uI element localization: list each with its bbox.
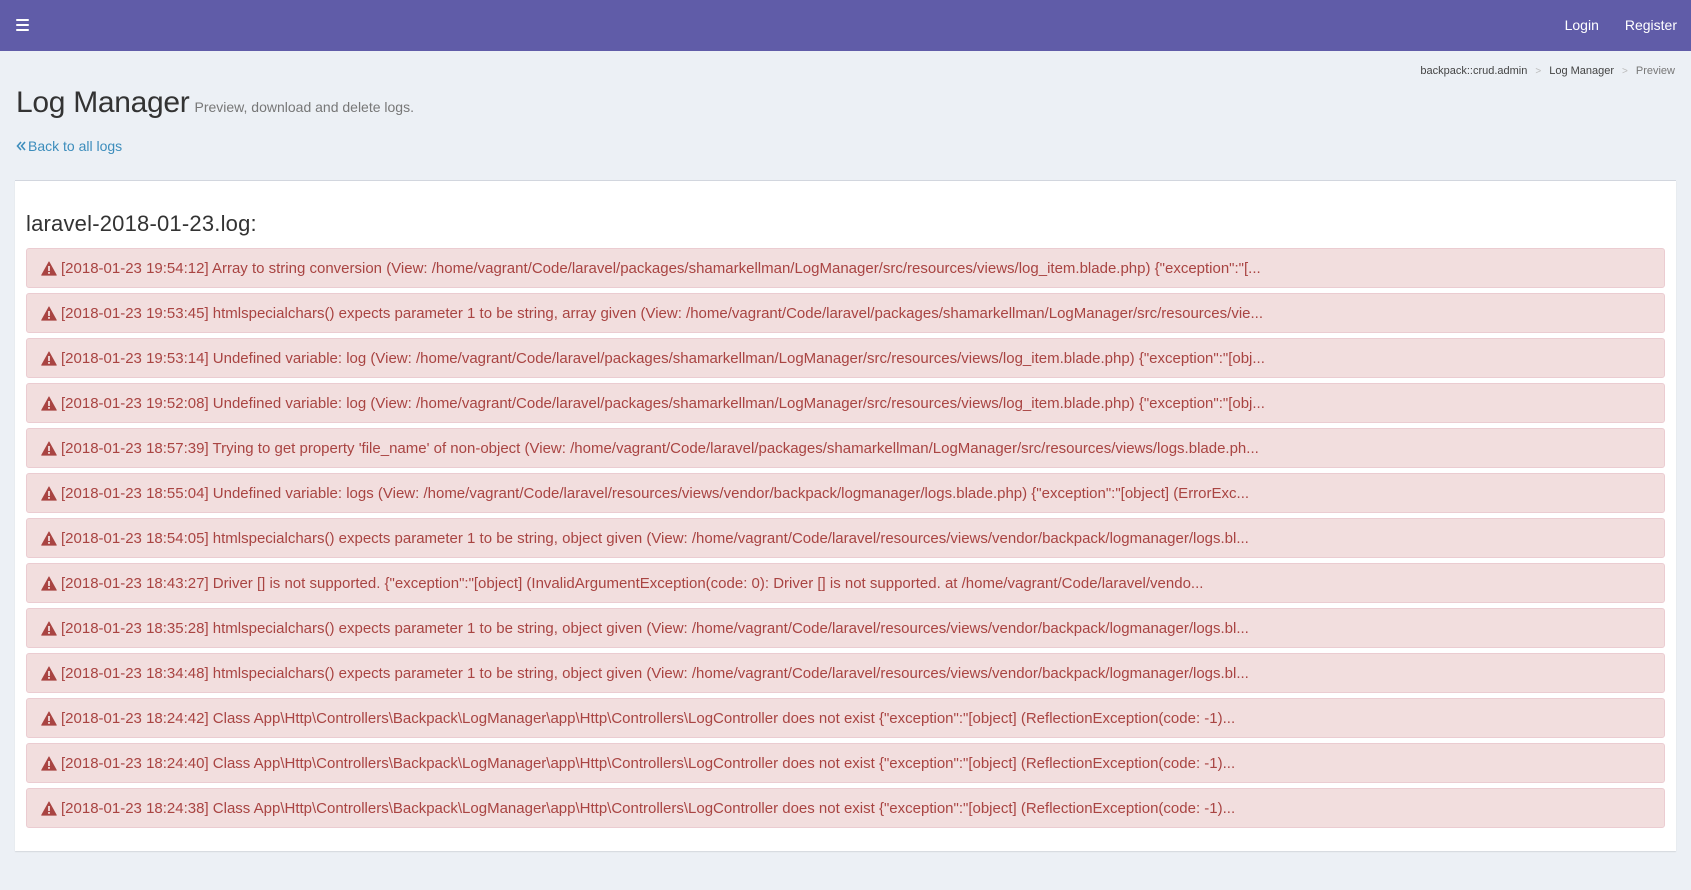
warning-icon — [41, 800, 57, 816]
breadcrumb-separator: > — [1622, 65, 1628, 77]
breadcrumb-item-log-manager[interactable]: Log Manager — [1549, 65, 1614, 77]
log-entry[interactable]: [2018-01-23 18:35:28] htmlspecialchars()… — [26, 608, 1665, 648]
back-link-label: Back to all logs — [28, 138, 123, 154]
log-entry[interactable]: [2018-01-23 18:55:04] Undefined variable… — [26, 473, 1665, 513]
breadcrumb-item-preview: Preview — [1635, 65, 1675, 77]
top-navbar: Login Register — [0, 0, 1691, 51]
log-entry[interactable]: [2018-01-23 19:52:08] Undefined variable… — [26, 383, 1665, 423]
log-entry-text: [2018-01-23 19:52:08] Undefined variable… — [61, 394, 1265, 412]
log-entry[interactable]: [2018-01-23 19:53:14] Undefined variable… — [26, 338, 1665, 378]
log-entry-text: [2018-01-23 18:55:04] Undefined variable… — [61, 484, 1250, 502]
warning-icon — [41, 710, 57, 726]
log-entry[interactable]: [2018-01-23 18:34:48] htmlspecialchars()… — [26, 653, 1665, 693]
log-entry[interactable]: [2018-01-23 18:43:27] Driver [] is not s… — [26, 563, 1665, 603]
log-entry-text: [2018-01-23 18:43:27] Driver [] is not s… — [61, 574, 1204, 592]
warning-icon — [41, 260, 57, 276]
warning-icon — [41, 755, 57, 771]
log-preview-box: laravel-2018-01-23.log: [2018-01-23 19:5… — [15, 180, 1676, 851]
warning-icon — [41, 440, 57, 456]
log-entry-text: [2018-01-23 19:53:14] Undefined variable… — [61, 349, 1265, 367]
warning-icon — [41, 620, 57, 636]
navbar-right: Login Register — [1551, 0, 1691, 51]
log-entry[interactable]: [2018-01-23 19:54:12] Array to string co… — [26, 248, 1665, 288]
page-subtitle: Preview, download and delete logs. — [194, 99, 414, 115]
log-entry-text: [2018-01-23 18:24:38] Class App\Http\Con… — [61, 799, 1236, 817]
hamburger-icon[interactable] — [16, 18, 29, 31]
log-entry-text: [2018-01-23 18:34:48] htmlspecialchars()… — [61, 664, 1249, 682]
page-header: Log Manager Preview, download and delete… — [16, 86, 414, 120]
log-entry-text: [2018-01-23 18:24:40] Class App\Http\Con… — [61, 754, 1236, 772]
warning-icon — [41, 530, 57, 546]
log-entry-text: [2018-01-23 19:53:45] htmlspecialchars()… — [61, 304, 1263, 322]
log-entry[interactable]: [2018-01-23 18:24:40] Class App\Http\Con… — [26, 743, 1665, 783]
warning-icon — [41, 665, 57, 681]
warning-icon — [41, 395, 57, 411]
log-entry-text: [2018-01-23 18:57:39] Trying to get prop… — [61, 439, 1259, 457]
back-to-all-logs-link[interactable]: Back to all logs — [16, 138, 122, 154]
log-entry[interactable]: [2018-01-23 18:24:38] Class App\Http\Con… — [26, 788, 1665, 828]
log-entry-list: [2018-01-23 19:54:12] Array to string co… — [26, 248, 1665, 833]
log-file-title: laravel-2018-01-23.log: — [26, 211, 257, 236]
log-entry[interactable]: [2018-01-23 18:24:42] Class App\Http\Con… — [26, 698, 1665, 738]
login-link[interactable]: Login — [1551, 0, 1611, 51]
log-entry[interactable]: [2018-01-23 18:54:05] htmlspecialchars()… — [26, 518, 1665, 558]
log-entry[interactable]: [2018-01-23 18:57:39] Trying to get prop… — [26, 428, 1665, 468]
warning-icon — [41, 305, 57, 321]
warning-icon — [41, 575, 57, 591]
breadcrumb: backpack::crud.admin > Log Manager > Pre… — [1420, 65, 1675, 77]
warning-icon — [41, 350, 57, 366]
log-entry-text: [2018-01-23 18:35:28] htmlspecialchars()… — [61, 619, 1249, 637]
log-entry-text: [2018-01-23 18:54:05] htmlspecialchars()… — [61, 529, 1249, 547]
log-entry-text: [2018-01-23 19:54:12] Array to string co… — [61, 259, 1261, 277]
page-title: Log Manager — [16, 86, 190, 119]
log-entry[interactable]: [2018-01-23 19:53:45] htmlspecialchars()… — [26, 293, 1665, 333]
register-link[interactable]: Register — [1611, 0, 1691, 51]
double-chevron-left-icon — [16, 141, 26, 151]
warning-icon — [41, 485, 57, 501]
breadcrumb-item-admin[interactable]: backpack::crud.admin — [1420, 65, 1527, 77]
log-entry-text: [2018-01-23 18:24:42] Class App\Http\Con… — [61, 709, 1236, 727]
breadcrumb-separator: > — [1535, 65, 1542, 77]
